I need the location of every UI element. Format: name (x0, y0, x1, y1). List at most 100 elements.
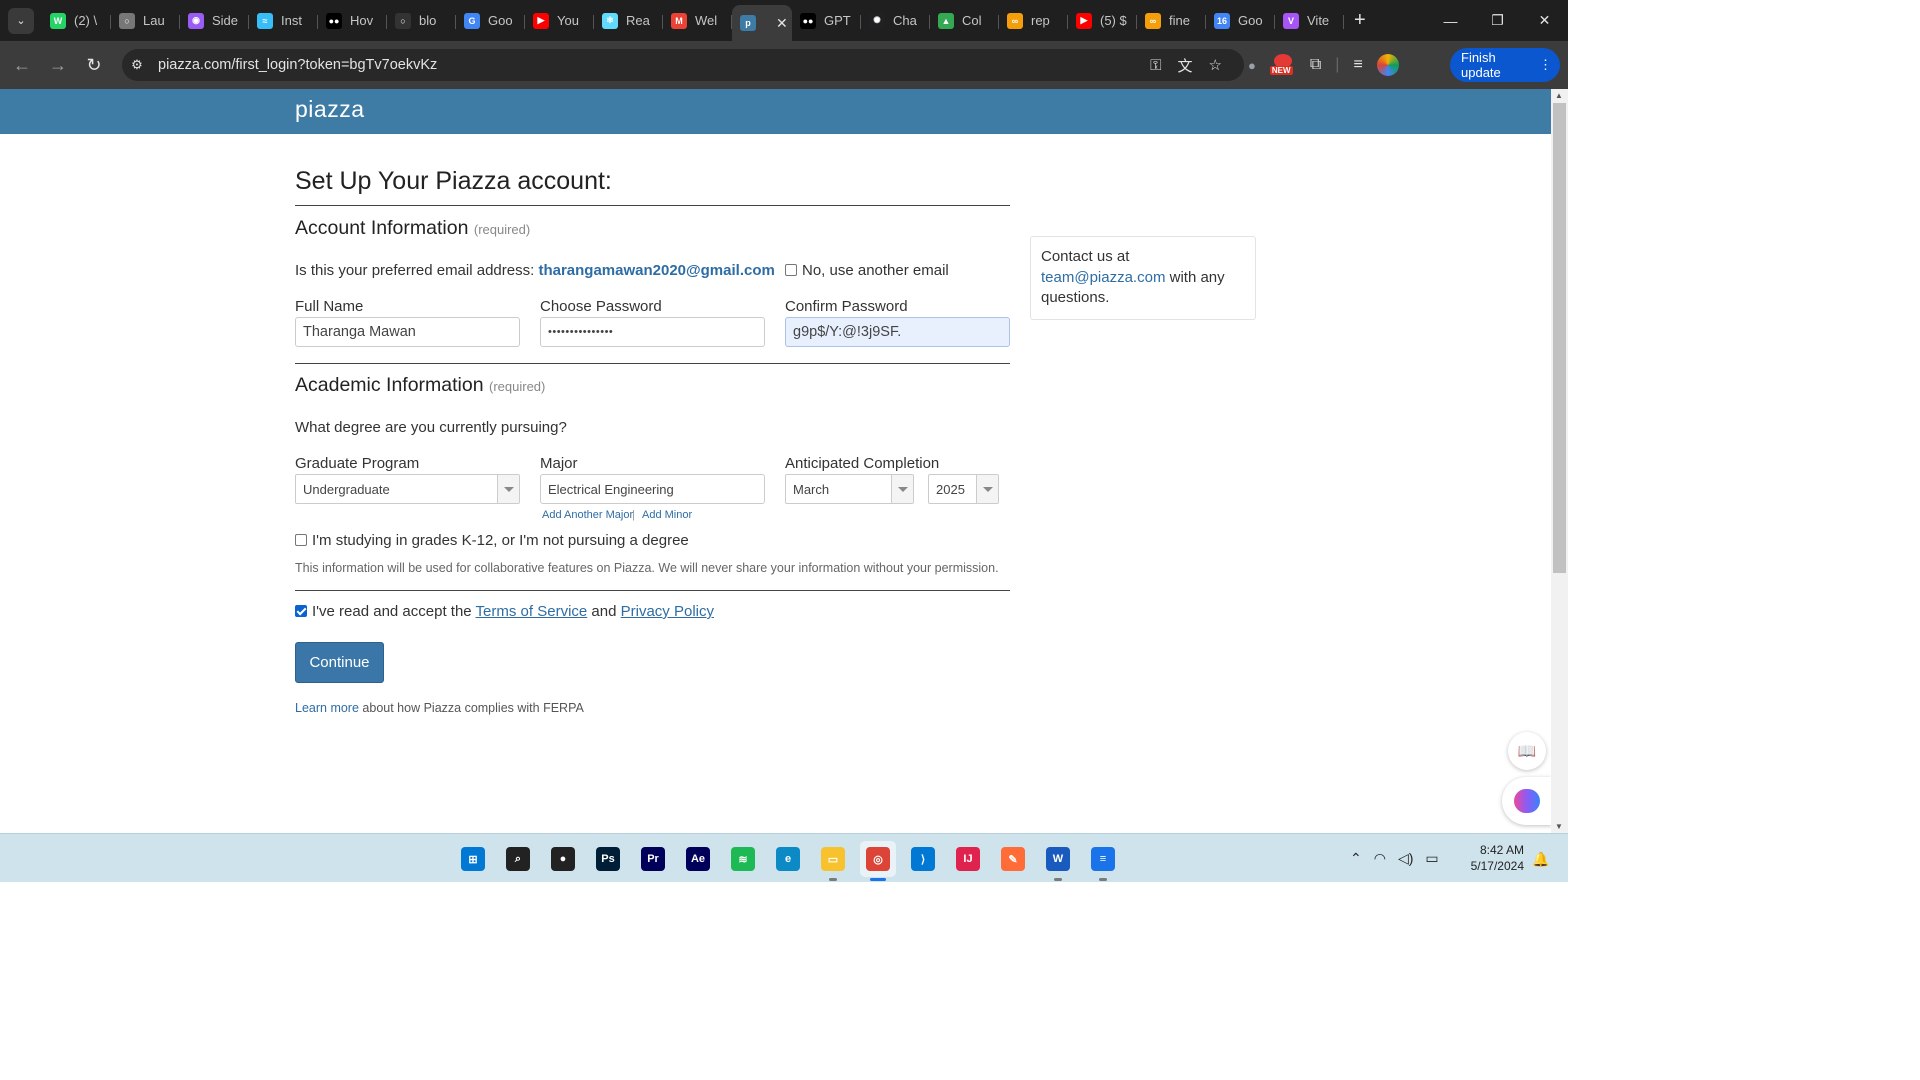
taskbar-app[interactable]: IJ (950, 841, 986, 877)
back-button[interactable]: ← (4, 47, 40, 83)
continue-button[interactable]: Continue (295, 642, 384, 683)
scroll-down-icon[interactable]: ▼ (1555, 822, 1563, 831)
site-info-icon[interactable]: ⚙ (122, 57, 152, 73)
chevron-up-icon[interactable]: ⌃ (1350, 850, 1362, 867)
taskbar-app[interactable]: ▭ (815, 841, 851, 881)
completion-month-select[interactable]: March (785, 474, 914, 504)
taskbar-app[interactable]: Pr (635, 841, 671, 877)
forward-button[interactable]: → (40, 47, 76, 83)
contact-email-link[interactable]: team@piazza.com (1041, 269, 1165, 286)
privacy-policy-link[interactable]: Privacy Policy (621, 603, 714, 620)
scroll-up-icon[interactable]: ▲ (1555, 91, 1563, 100)
browser-tab[interactable]: 16 Goo (1206, 5, 1275, 37)
taskbar-app[interactable]: Ps (590, 841, 626, 877)
close-tab-icon[interactable]: ✕ (776, 15, 788, 32)
extensions-puzzle-icon[interactable]: ⧉ (1310, 56, 1321, 74)
running-indicator (1099, 878, 1107, 881)
add-major-link[interactable]: Add Another Major (542, 509, 633, 521)
browser-tab[interactable]: ●● Hov (318, 5, 387, 37)
address-bar[interactable]: ⚙ piazza.com/first_login?token=bgTv7oekv… (122, 49, 1244, 81)
terms-checkbox[interactable] (295, 605, 307, 617)
browser-tab[interactable]: ✺ Cha (861, 5, 930, 37)
tab-title: Cha (893, 13, 917, 28)
browser-tab[interactable]: ◉ Side (180, 5, 249, 37)
browser-tab[interactable]: ○ blo (387, 5, 456, 37)
scrollbar-thumb[interactable] (1553, 103, 1566, 573)
other-email-option[interactable]: No, use another email (785, 262, 949, 279)
browser-tab[interactable]: ≈ Inst (249, 5, 318, 37)
media-queue-icon[interactable]: ≡ (1353, 56, 1362, 74)
sider-brain-icon: ◉ (188, 12, 204, 29)
finish-update-label: Finish update (1461, 50, 1501, 80)
password-input[interactable]: ••••••••••••••• (540, 317, 765, 347)
password-key-icon[interactable]: ⚿ (1150, 57, 1161, 74)
page-viewport: piazza Set Up Your Piazza account: Accou… (0, 89, 1551, 833)
k12-option[interactable]: I'm studying in grades K-12, or I'm not … (295, 532, 689, 549)
minimize-button[interactable]: — (1427, 0, 1474, 41)
other-email-checkbox[interactable] (785, 264, 797, 276)
learn-more-link[interactable]: Learn more (295, 701, 359, 715)
k12-label: I'm studying in grades K-12, or I'm not … (312, 532, 689, 549)
extension-mouse-icon[interactable]: ● (1248, 58, 1256, 73)
browser-tab[interactable]: V Vite (1275, 5, 1344, 37)
tab-search-button[interactable]: ⌄ (8, 7, 34, 34)
battery-icon[interactable]: ▭ (1425, 850, 1438, 867)
taskbar-app[interactable]: ≡ (1085, 841, 1121, 881)
tab-title: (5) $ (1100, 13, 1127, 28)
restore-button[interactable]: ❐ (1474, 0, 1521, 41)
browser-tab[interactable]: G Goo (456, 5, 525, 37)
taskbar-app[interactable]: ● (545, 841, 581, 877)
wifi-icon[interactable]: ◠ (1374, 850, 1386, 867)
browser-tab[interactable]: ∞ fine (1137, 5, 1206, 37)
major-input[interactable]: Electrical Engineering (540, 474, 765, 504)
terms-of-service-link[interactable]: Terms of Service (476, 603, 588, 620)
finish-update-button[interactable]: Finish update ⋮ (1450, 48, 1560, 82)
confirm-password-input[interactable]: g9p$/Y:@!3j9SF. (785, 317, 1010, 347)
piazza-logo[interactable]: piazza (295, 96, 364, 123)
divider (295, 363, 1010, 364)
browser-tab[interactable]: M Wel (663, 5, 732, 37)
preferred-email: tharangamawan2020@gmail.com (538, 262, 775, 279)
notification-bell-icon[interactable]: 🔔 (1532, 851, 1549, 868)
profile-avatar[interactable] (1376, 54, 1399, 76)
taskbar-app[interactable]: ◎ (860, 841, 896, 881)
taskbar-app[interactable]: W (1040, 841, 1076, 881)
close-window-button[interactable]: ✕ (1521, 0, 1568, 41)
page-scrollbar[interactable]: ▲ ▼ (1551, 89, 1568, 833)
premiere-icon: Pr (641, 847, 665, 871)
clock[interactable]: 8:42 AM 5/17/2024 (1462, 842, 1524, 874)
taskbar-app[interactable]: Ae (680, 841, 716, 877)
sider-assistant-button[interactable] (1502, 777, 1551, 825)
browser-tab[interactable]: ∞ rep (999, 5, 1068, 37)
reload-button[interactable]: ↻ (76, 47, 112, 83)
youtube-icon: ▶ (533, 12, 549, 29)
browser-tab[interactable]: ⚛ Rea (594, 5, 663, 37)
browser-tab[interactable]: ●● GPT (792, 5, 861, 37)
translate-icon[interactable]: 文 (1178, 55, 1193, 76)
browser-tab[interactable]: ○ Lau (111, 5, 180, 37)
add-minor-link[interactable]: Add Minor (642, 509, 692, 521)
new-tab-button[interactable]: + (1354, 9, 1366, 32)
month-value: March (793, 482, 830, 497)
full-name-input[interactable]: Tharanga Mawan (295, 317, 520, 347)
completion-year-select[interactable]: 2025 (928, 474, 999, 504)
taskbar-app[interactable]: ≋ (725, 841, 761, 877)
reading-mode-button[interactable]: 📖 (1508, 732, 1546, 770)
taskbar-app[interactable]: ⌕ (500, 841, 536, 877)
url-text[interactable]: piazza.com/first_login?token=bgTv7oekvKz (158, 57, 437, 73)
extension-new-icon[interactable]: NEW (1269, 52, 1296, 78)
browser-tab[interactable]: W (2) \ (42, 5, 111, 37)
volume-icon[interactable]: ◁) (1398, 850, 1413, 867)
k12-checkbox[interactable] (295, 534, 307, 546)
browser-tab[interactable]: p ✕ (732, 5, 792, 41)
program-select[interactable]: Undergraduate (295, 474, 520, 504)
browser-tab[interactable]: ▶ (5) $ (1068, 5, 1137, 37)
browser-tab[interactable]: ▶ You (525, 5, 594, 37)
taskbar-app[interactable]: e (770, 841, 806, 877)
bookmark-star-icon[interactable]: ☆ (1209, 56, 1222, 74)
browser-tab[interactable]: ▲ Col (930, 5, 999, 37)
taskbar-app[interactable]: ⊞ (455, 841, 491, 877)
tab-title: Hov (350, 13, 374, 28)
taskbar-app[interactable]: ✎ (995, 841, 1031, 877)
taskbar-app[interactable]: ⟩ (905, 841, 941, 877)
